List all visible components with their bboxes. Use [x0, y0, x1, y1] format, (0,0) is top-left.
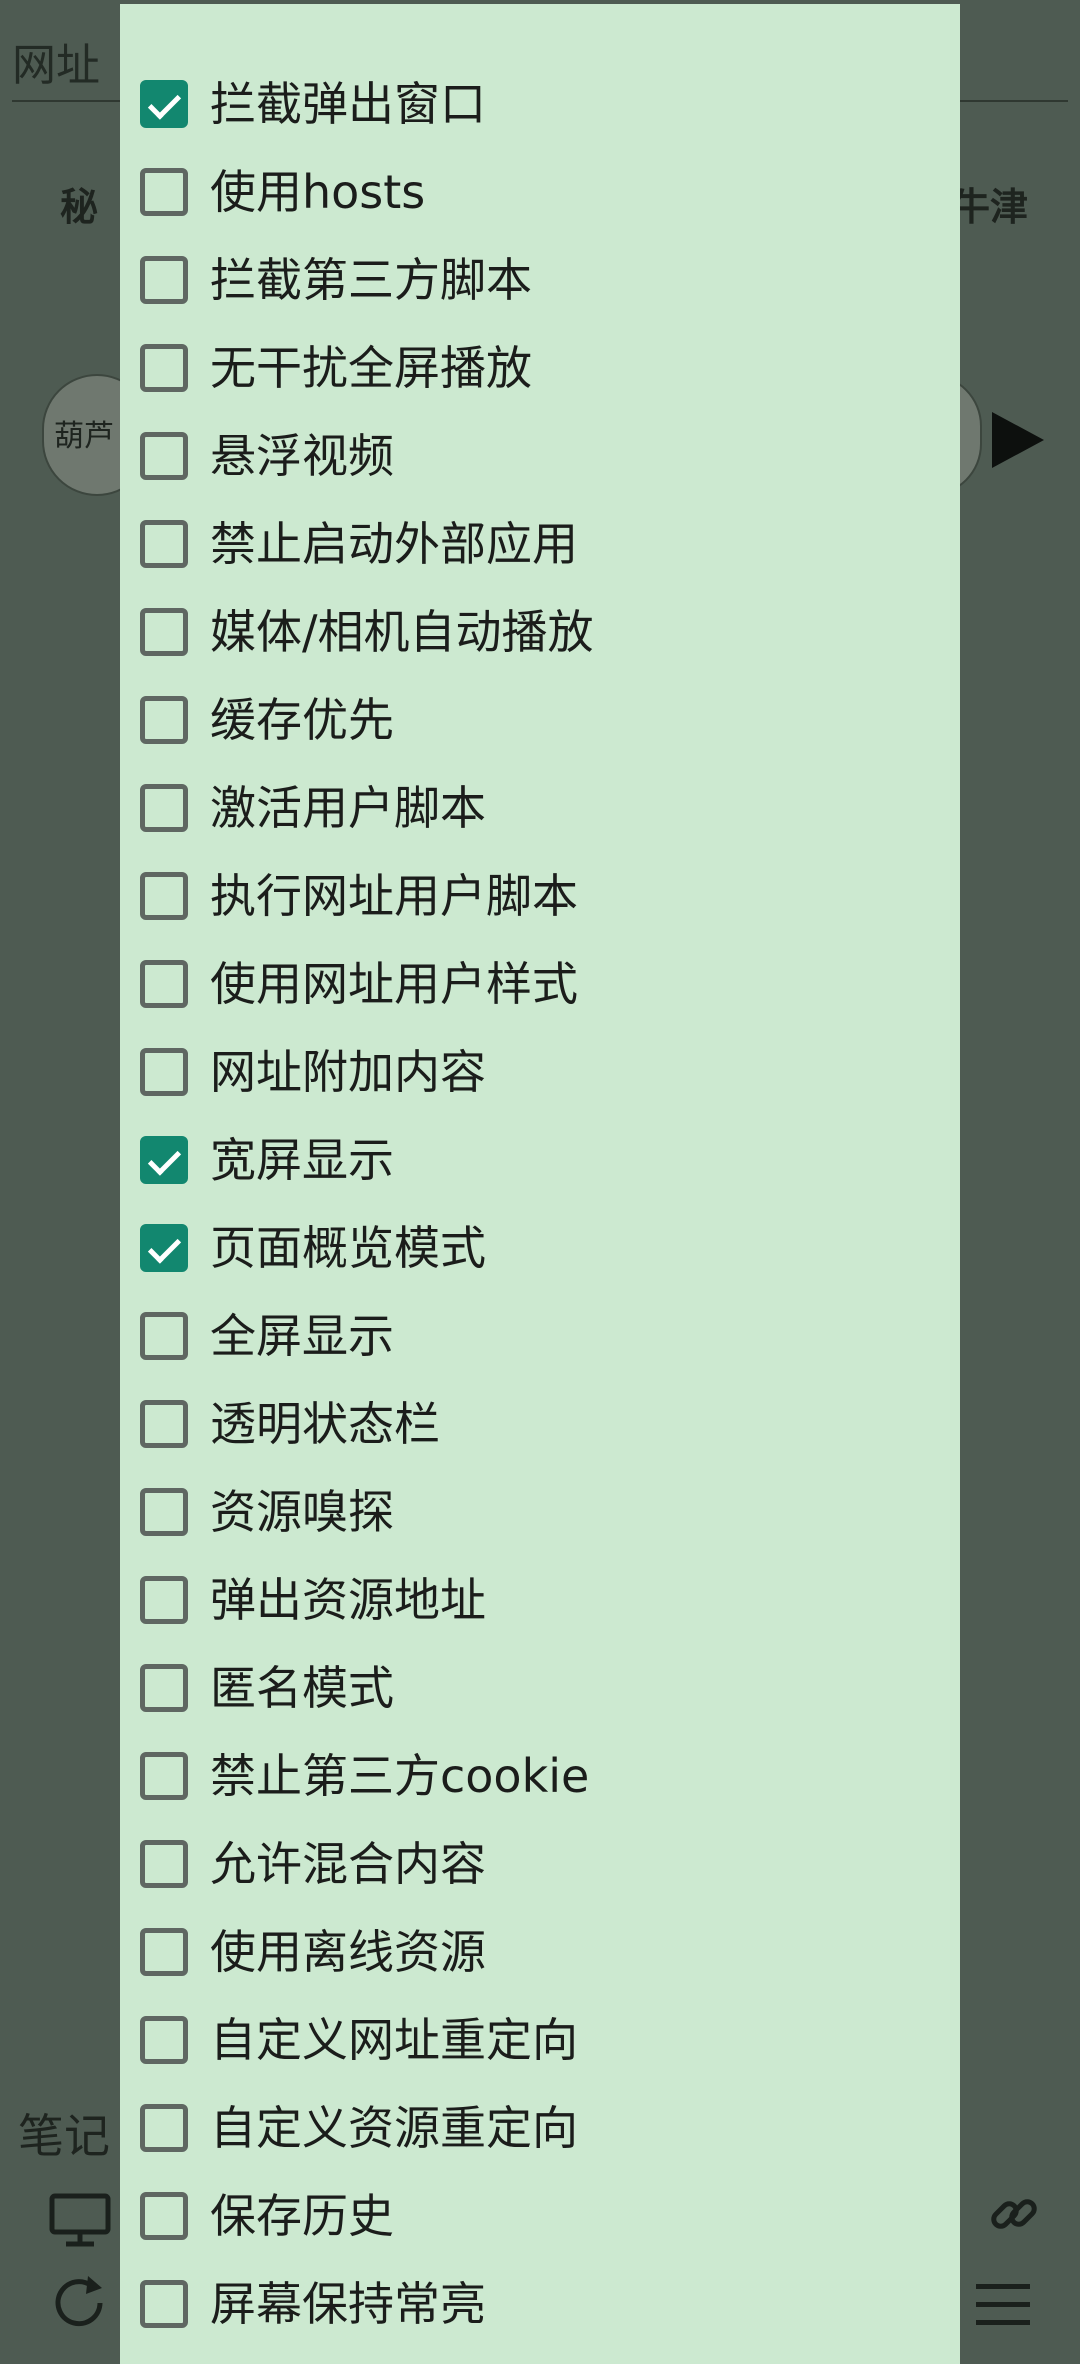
- settings-item-label: 自定义网址重定向: [210, 2013, 578, 2067]
- settings-item[interactable]: 拦截弹出窗口: [120, 60, 960, 148]
- checkbox-unchecked[interactable]: [140, 1312, 188, 1360]
- checkbox-unchecked[interactable]: [140, 2104, 188, 2152]
- settings-item-label: 匿名模式: [210, 1661, 394, 1715]
- hamburger-menu-icon[interactable]: [972, 2280, 1034, 2330]
- background-left-label[interactable]: 秘: [60, 176, 98, 231]
- checkbox-unchecked[interactable]: [140, 1928, 188, 1976]
- settings-item[interactable]: 匿名模式: [120, 1644, 960, 1732]
- refresh-icon[interactable]: [44, 2268, 114, 2338]
- settings-item-label: 允许混合内容: [210, 1837, 486, 1891]
- settings-item-label: 拦截弹出窗口: [210, 77, 486, 131]
- checkbox-unchecked[interactable]: [140, 960, 188, 1008]
- background-notes-label[interactable]: 笔记: [18, 2100, 110, 2166]
- checkbox-unchecked[interactable]: [140, 1752, 188, 1800]
- background-right-label[interactable]: 牛津: [952, 176, 1028, 231]
- settings-item[interactable]: 弹出资源地址: [120, 1556, 960, 1644]
- settings-item[interactable]: 禁止第三方cookie: [120, 1732, 960, 1820]
- settings-item-label: 页面概览模式: [210, 1221, 486, 1275]
- app-root: 网址 秘 牛津 葫芦 笔记 拦截弹出窗口 使用hosts 拦截第三方脚本 无干扰全屏播…: [0, 0, 1080, 2364]
- settings-item[interactable]: 使用离线资源: [120, 1908, 960, 1996]
- desktop-icon[interactable]: [48, 2190, 112, 2250]
- settings-item[interactable]: 激活用户脚本: [120, 764, 960, 852]
- settings-item-label: 使用hosts: [210, 165, 426, 219]
- settings-item-label: 网址附加内容: [210, 1045, 486, 1099]
- checkbox-unchecked[interactable]: [140, 1576, 188, 1624]
- settings-item-label: 无干扰全屏播放: [210, 341, 532, 395]
- settings-item[interactable]: 保存历史: [120, 2172, 960, 2260]
- settings-item-label: 禁止启动外部应用: [210, 517, 578, 571]
- settings-item-label: 全屏显示: [210, 1309, 394, 1363]
- checkbox-unchecked[interactable]: [140, 432, 188, 480]
- settings-item-label: 资源嗅探: [210, 1485, 394, 1539]
- settings-item-label: 媒体/相机自动播放: [210, 605, 594, 659]
- settings-item-label: 保存历史: [210, 2189, 394, 2243]
- settings-item-label: 使用离线资源: [210, 1925, 486, 1979]
- settings-item[interactable]: 使用网址用户样式: [120, 940, 960, 1028]
- settings-item[interactable]: 允许混合内容: [120, 1820, 960, 1908]
- settings-item-label: 激活用户脚本: [210, 781, 486, 835]
- checkbox-unchecked[interactable]: [140, 2280, 188, 2328]
- checkbox-unchecked[interactable]: [140, 1488, 188, 1536]
- checkbox-unchecked[interactable]: [140, 1048, 188, 1096]
- checkbox-unchecked[interactable]: [140, 168, 188, 216]
- background-pill-label: 葫芦: [54, 419, 114, 454]
- checkbox-unchecked[interactable]: [140, 696, 188, 744]
- checkbox-unchecked[interactable]: [140, 2192, 188, 2240]
- settings-item[interactable]: 资源嗅探: [120, 1468, 960, 1556]
- settings-item[interactable]: 全屏显示: [120, 1292, 960, 1380]
- checkbox-checked[interactable]: [140, 80, 188, 128]
- settings-item-label: 宽屏显示: [210, 1133, 394, 1187]
- checkbox-unchecked[interactable]: [140, 784, 188, 832]
- settings-drawer: 拦截弹出窗口 使用hosts 拦截第三方脚本 无干扰全屏播放 悬浮视频禁止启动外部应用媒…: [120, 4, 960, 2364]
- settings-item[interactable]: 媒体/相机自动播放: [120, 588, 960, 676]
- settings-item[interactable]: 屏幕保持常亮: [120, 2260, 960, 2348]
- settings-item-label: 使用网址用户样式: [210, 957, 578, 1011]
- checkbox-unchecked[interactable]: [140, 1400, 188, 1448]
- settings-item[interactable]: 悬浮视频: [120, 412, 960, 500]
- settings-item[interactable]: 网址附加内容: [120, 1028, 960, 1116]
- settings-item[interactable]: 自定义资源重定向: [120, 2084, 960, 2172]
- checkbox-unchecked[interactable]: [140, 344, 188, 392]
- settings-item-label: 缓存优先: [210, 693, 394, 747]
- checkbox-checked[interactable]: [140, 1224, 188, 1272]
- settings-item[interactable]: 页面概览模式: [120, 1204, 960, 1292]
- play-icon[interactable]: [992, 412, 1044, 468]
- checkbox-unchecked[interactable]: [140, 872, 188, 920]
- settings-item[interactable]: 自定义网址重定向: [120, 1996, 960, 2084]
- checkbox-unchecked[interactable]: [140, 256, 188, 304]
- settings-item[interactable]: 拦截第三方脚本: [120, 236, 960, 324]
- settings-item-label: 拦截第三方脚本: [210, 253, 532, 307]
- settings-list: 拦截弹出窗口 使用hosts 拦截第三方脚本 无干扰全屏播放 悬浮视频禁止启动外部应用媒…: [120, 60, 960, 2348]
- checkbox-unchecked[interactable]: [140, 608, 188, 656]
- settings-item-label: 屏幕保持常亮: [210, 2277, 486, 2331]
- checkbox-checked[interactable]: [140, 1136, 188, 1184]
- settings-item-label: 执行网址用户脚本: [210, 869, 578, 923]
- checkbox-unchecked[interactable]: [140, 520, 188, 568]
- settings-item-label: 弹出资源地址: [210, 1573, 486, 1627]
- checkbox-unchecked[interactable]: [140, 1664, 188, 1712]
- settings-item-label: 自定义资源重定向: [210, 2101, 578, 2155]
- settings-item[interactable]: 禁止启动外部应用: [120, 500, 960, 588]
- settings-item[interactable]: 使用hosts: [120, 148, 960, 236]
- settings-item-label: 悬浮视频: [210, 429, 394, 483]
- settings-item[interactable]: 透明状态栏: [120, 1380, 960, 1468]
- checkbox-unchecked[interactable]: [140, 2016, 188, 2064]
- link-icon[interactable]: [986, 2186, 1042, 2242]
- settings-item[interactable]: 执行网址用户脚本: [120, 852, 960, 940]
- settings-item-label: 透明状态栏: [210, 1397, 440, 1451]
- checkbox-unchecked[interactable]: [140, 1840, 188, 1888]
- settings-item-label: 禁止第三方cookie: [210, 1749, 590, 1803]
- settings-item[interactable]: 缓存优先: [120, 676, 960, 764]
- settings-item[interactable]: 无干扰全屏播放: [120, 324, 960, 412]
- settings-item[interactable]: 宽屏显示: [120, 1116, 960, 1204]
